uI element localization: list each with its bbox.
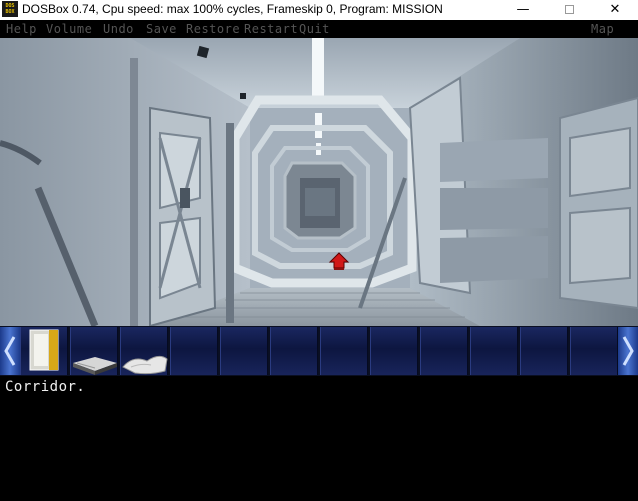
inventory-scroll-right-button[interactable] <box>618 327 638 375</box>
menu-restart[interactable]: Restart <box>244 22 298 36</box>
inventory-slot-empty[interactable] <box>370 327 418 375</box>
inventory-slot-keycard[interactable] <box>20 327 68 375</box>
text-output-area: Corridor. <box>0 376 638 501</box>
paper-icon <box>122 355 168 375</box>
keycard-icon <box>29 329 59 371</box>
inventory-slot-empty[interactable] <box>520 327 568 375</box>
chevron-left-icon <box>4 336 16 366</box>
inventory-slot-empty[interactable] <box>220 327 268 375</box>
menu-help[interactable]: Help <box>6 22 37 36</box>
menu-map[interactable]: Map <box>591 22 614 36</box>
inventory-scroll-left-button[interactable] <box>0 327 20 375</box>
book-icon <box>73 357 117 375</box>
menu-save[interactable]: Save <box>146 22 177 36</box>
inventory-slot-empty[interactable] <box>470 327 518 375</box>
inventory-slot-empty[interactable] <box>270 327 318 375</box>
inventory-slot-empty[interactable] <box>420 327 468 375</box>
menu-quit[interactable]: Quit <box>299 22 330 36</box>
menu-undo[interactable]: Undo <box>103 22 134 36</box>
inventory-slot-empty[interactable] <box>570 327 618 375</box>
maximize-button[interactable] <box>546 0 592 20</box>
close-button[interactable]: ✕ <box>592 0 638 20</box>
inventory-slot-book[interactable] <box>70 327 118 375</box>
game-viewport[interactable] <box>0 38 638 326</box>
dosbox-app-icon[interactable]: DOS BOX <box>2 1 18 17</box>
menu-volume[interactable]: Volume <box>46 22 92 36</box>
inventory-bar <box>0 326 638 376</box>
inventory-slot-paper[interactable] <box>120 327 168 375</box>
corridor-scene[interactable] <box>0 38 638 326</box>
window-titlebar: DOS BOX DOSBox 0.74, Cpu speed: max 100%… <box>0 0 638 20</box>
menu-restore[interactable]: Restore <box>186 22 240 36</box>
window-title: DOSBox 0.74, Cpu speed: max 100% cycles,… <box>22 2 443 16</box>
chevron-right-icon <box>622 336 634 366</box>
left-door[interactable] <box>149 106 217 326</box>
location-message: Corridor. <box>5 379 86 395</box>
inventory-slot-empty[interactable] <box>320 327 368 375</box>
inventory-slot-empty[interactable] <box>170 327 218 375</box>
maximize-icon <box>564 5 574 14</box>
game-menubar: Help Volume Undo Save Restore Restart Qu… <box>0 20 638 38</box>
minimize-button[interactable]: — <box>500 0 546 20</box>
